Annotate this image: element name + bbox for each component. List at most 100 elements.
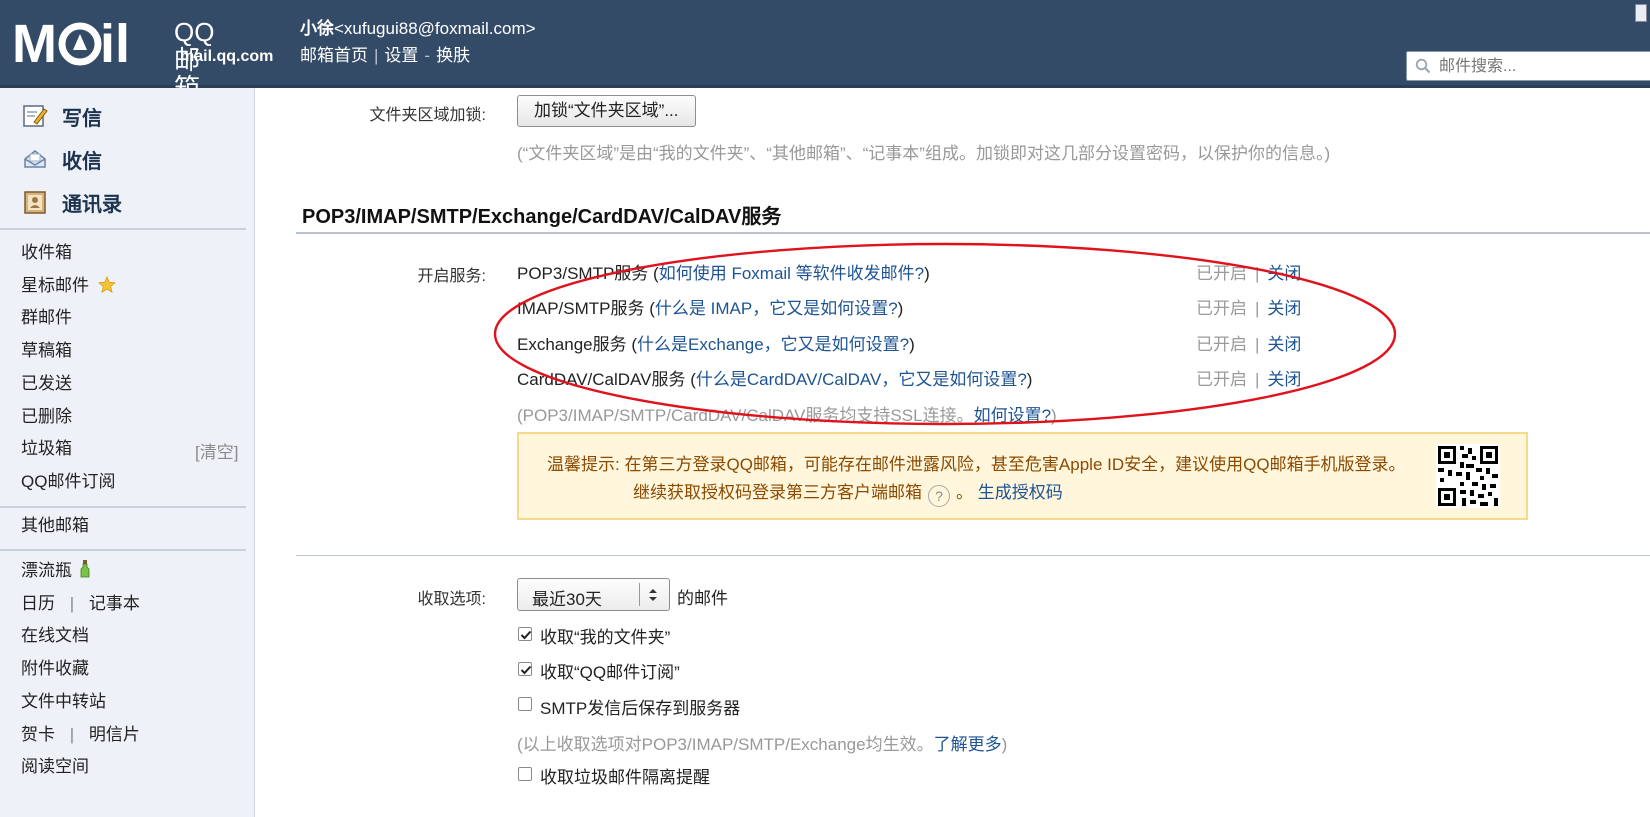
fetch-options-label: 收取选项: [417, 591, 486, 608]
service-name: IMAP/SMTP服务 [517, 299, 645, 318]
sidebar-item-sent[interactable]: 已发送 [21, 373, 72, 395]
fetch-note-text: (以上收取选项对POP3/IMAP/SMTP/Exchange均生效。 [517, 735, 934, 754]
paren-close: ) [924, 264, 930, 283]
smtp-save-sent-checkbox[interactable] [518, 697, 532, 711]
checkmark-icon [520, 665, 532, 675]
left-sidebar: 写信 收信 通讯录 收件箱 星标邮件 群邮件 草稿箱 已发送 已删除 垃圾箱 [… [0, 88, 255, 817]
status-separator: | [1255, 264, 1260, 283]
nav-separator: | [374, 46, 379, 65]
tip-text-2-end: 。 [956, 483, 973, 502]
inbox-tray-icon [24, 150, 46, 168]
fetch-my-folders-label: 收取“我的文件夹” [540, 628, 671, 647]
service-name: CardDAV/CalDAV服务 [517, 370, 686, 389]
ssl-setup-link[interactable]: 如何设置? [974, 406, 1051, 425]
service-help-link[interactable]: 什么是CardDAV/CalDAV，它又是如何设置? [696, 370, 1027, 389]
service-name: Exchange服务 [517, 335, 627, 354]
qr-code-icon [1436, 444, 1500, 508]
paren-close: ) [909, 335, 915, 354]
ssl-note-text: (POP3/IMAP/SMTP/CardDAV/CalDAV服务均支持SSL连接… [517, 406, 974, 425]
window-restore-icon[interactable] [1635, 4, 1647, 22]
mail-search-input[interactable] [1437, 55, 1641, 79]
mail-search-box[interactable] [1406, 51, 1650, 81]
sidebar-item-spam[interactable]: 垃圾箱 [21, 438, 72, 460]
sidebar-item-other-mailboxes[interactable]: 其他邮箱 [21, 515, 89, 537]
user-identity: 小徐<xufugui88@foxmail.com> [300, 14, 536, 39]
sidebar-tools-calendar-row: 日历 | 记事本 [21, 593, 140, 615]
tip-line-1: 温馨提示: 在第三方登录QQ邮箱，可能存在邮件泄露风险，甚至危害Apple ID… [547, 450, 1406, 475]
service-status: 已开启 [1196, 299, 1247, 318]
status-separator: | [1255, 299, 1260, 318]
sidebar-item-drift-bottle[interactable]: 漂流瓶 [21, 560, 90, 582]
tools-separator: | [69, 725, 75, 744]
clear-spam-link[interactable]: [清空] [195, 438, 238, 463]
logo-domain-text: mail.qq.com [180, 48, 274, 65]
paren-close: ) [897, 299, 904, 318]
sidebar-item-starred-label: 星标邮件 [21, 276, 89, 295]
enable-services-label: 开启服务: [417, 268, 486, 285]
tip-text-2: 继续获取授权码登录第三方客户端邮箱 [633, 483, 922, 502]
service-close-link[interactable]: 关闭 [1267, 264, 1301, 283]
sidebar-item-file-transfer[interactable]: 文件中转站 [21, 691, 106, 713]
section-title-services: POP3/IMAP/SMTP/Exchange/CardDAV/CalDAV服务 [302, 206, 782, 228]
service-exchange: Exchange服务 (什么是Exchange，它又是如何设置?) [517, 330, 915, 355]
service-close-link[interactable]: 关闭 [1267, 335, 1301, 354]
user-email: <xufugui88@foxmail.com> [334, 19, 536, 38]
help-question-icon[interactable]: ? [928, 485, 950, 507]
settings-link[interactable]: 设置 [384, 46, 418, 65]
compose-button[interactable]: 写信 [22, 101, 102, 131]
spam-quarantine-checkbox[interactable] [518, 767, 532, 781]
sidebar-item-attachments[interactable]: 附件收藏 [21, 658, 89, 680]
fetch-my-folders-checkbox[interactable] [518, 627, 532, 641]
calendar-link[interactable]: 日历 [21, 594, 55, 613]
mailbox-home-link[interactable]: 邮箱首页 [300, 46, 368, 65]
fetch-subscriptions-checkbox[interactable] [518, 662, 532, 676]
service-pop3-smtp: POP3/SMTP服务 (如何使用 Foxmail 等软件收发邮件?) [517, 259, 930, 284]
qq-mail-logo[interactable]: M il QQ邮箱 mail.qq.com [12, 12, 273, 102]
sidebar-item-deleted[interactable]: 已删除 [21, 406, 72, 428]
sidebar-item-group-mail[interactable]: 群邮件 [21, 307, 72, 329]
fetch-note-close: ) [1001, 735, 1008, 754]
service-close-link[interactable]: 关闭 [1267, 370, 1301, 389]
sidebar-item-subscriptions[interactable]: QQ邮件订阅 [21, 471, 115, 493]
search-icon [1415, 58, 1431, 74]
service-help-link[interactable]: 什么是 IMAP，它又是如何设置? [655, 299, 898, 318]
service-help-link[interactable]: 什么是Exchange，它又是如何设置? [637, 335, 909, 354]
fetch-range-select[interactable]: 最近30天 [517, 578, 670, 611]
drift-bottle-label: 漂流瓶 [21, 561, 72, 580]
bottle-icon [80, 560, 90, 578]
user-name: 小徐 [300, 19, 334, 38]
greeting-card-link[interactable]: 贺卡 [21, 725, 55, 744]
select-updown-icon [649, 589, 657, 601]
contacts-button[interactable]: 通讯录 [22, 187, 122, 217]
learn-more-link[interactable]: 了解更多 [934, 735, 1002, 754]
header-nav: 邮箱首页 | 设置 - 换肤 [300, 41, 470, 66]
receive-mail-button[interactable]: 收信 [22, 144, 102, 174]
folder-lock-button[interactable]: 加锁“文件夹区域”... [517, 95, 696, 127]
sidebar-item-inbox[interactable]: 收件箱 [21, 242, 72, 264]
service-imap-smtp: IMAP/SMTP服务 (什么是 IMAP，它又是如何设置?) [517, 294, 903, 319]
sidebar-item-starred[interactable]: 星标邮件 [21, 275, 116, 297]
service-imap-smtp-status: 已开启 | 关闭 [1196, 294, 1301, 319]
service-help-link[interactable]: 如何使用 Foxmail 等软件收发邮件? [659, 264, 924, 283]
service-status: 已开启 [1196, 264, 1247, 283]
sidebar-item-reading-space[interactable]: 阅读空间 [21, 756, 89, 778]
change-skin-link[interactable]: 换肤 [436, 46, 470, 65]
folder-lock-label: 文件夹区域加锁: [369, 107, 486, 124]
service-close-link[interactable]: 关闭 [1267, 299, 1301, 318]
top-header: M il QQ邮箱 mail.qq.com 小徐<xufugui88@foxma… [0, 0, 1650, 102]
spam-quarantine-label: 收取垃圾邮件隔离提醒 [540, 768, 710, 787]
fetch-range-value: 最近30天 [532, 590, 602, 609]
notepad-link[interactable]: 记事本 [89, 594, 140, 613]
smtp-save-sent-label: SMTP发信后保存到服务器 [540, 699, 741, 718]
service-pop3-smtp-status: 已开启 | 关闭 [1196, 259, 1301, 284]
tip-line-2: 继续获取授权码登录第三方客户端邮箱? 。 生成授权码 [633, 478, 1063, 507]
postcard-link[interactable]: 明信片 [89, 725, 140, 744]
sidebar-item-online-docs[interactable]: 在线文档 [21, 625, 89, 647]
logo-mail-text: M [12, 14, 57, 72]
status-separator: | [1255, 370, 1260, 389]
svg-text:il: il [100, 14, 130, 72]
ssl-note-close: ) [1051, 406, 1057, 425]
generate-auth-code-link[interactable]: 生成授权码 [978, 483, 1063, 502]
service-exchange-status: 已开启 | 关闭 [1196, 330, 1301, 355]
sidebar-item-drafts[interactable]: 草稿箱 [21, 340, 72, 362]
